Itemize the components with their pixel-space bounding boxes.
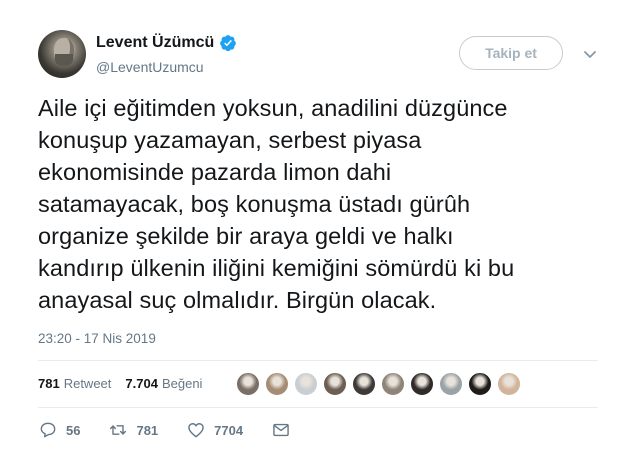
verified-badge-icon <box>220 35 237 52</box>
retweet-stat-count[interactable]: 781 <box>38 376 60 391</box>
liker-avatar[interactable] <box>381 372 405 396</box>
envelope-icon <box>273 423 289 437</box>
reply-count: 56 <box>66 422 81 438</box>
liker-avatar[interactable] <box>410 372 434 396</box>
direct-message-button[interactable] <box>271 420 299 440</box>
author-name-row: Levent Üzümcü <box>96 34 237 52</box>
reply-icon <box>40 422 56 438</box>
author-avatar[interactable] <box>38 30 86 78</box>
liker-avatar[interactable] <box>468 372 492 396</box>
liker-avatar[interactable] <box>497 372 521 396</box>
heart-icon <box>188 423 204 438</box>
divider-top <box>38 360 598 361</box>
like-button[interactable]: 7704 <box>186 420 243 440</box>
author-handle[interactable]: @LeventUzumcu <box>96 59 204 75</box>
like-stat-label[interactable]: Beğeni <box>162 376 202 391</box>
avatar-beard <box>55 54 73 66</box>
author-name[interactable]: Levent Üzümcü <box>96 34 214 52</box>
reply-button[interactable]: 56 <box>38 420 80 440</box>
divider-bottom <box>38 407 598 408</box>
retweet-button[interactable]: 781 <box>108 420 158 440</box>
retweet-icon <box>110 425 127 435</box>
chevron-down-icon[interactable] <box>580 44 600 64</box>
tweet-text: Aile içi eğitimden yoksun, anadilini düz… <box>38 95 515 313</box>
tweet-stats: 781 Retweet 7.704 Beğeni <box>38 376 202 391</box>
liker-avatar[interactable] <box>265 372 289 396</box>
liker-avatar[interactable] <box>439 372 463 396</box>
like-stat-count[interactable]: 7.704 <box>125 376 158 391</box>
liker-avatar[interactable] <box>352 372 376 396</box>
tweet-actions: 56 781 7704 <box>38 420 327 440</box>
tweet-timestamp[interactable]: 23:20 - 17 Nis 2019 <box>38 331 156 346</box>
liker-avatar[interactable] <box>323 372 347 396</box>
like-count: 7704 <box>214 422 244 438</box>
retweet-stat-label[interactable]: Retweet <box>64 376 112 391</box>
liker-avatar[interactable] <box>294 372 318 396</box>
liker-avatar[interactable] <box>236 372 260 396</box>
retweet-count: 781 <box>136 422 159 438</box>
follow-button[interactable]: Takip et <box>459 36 563 70</box>
liker-avatars <box>236 372 526 396</box>
